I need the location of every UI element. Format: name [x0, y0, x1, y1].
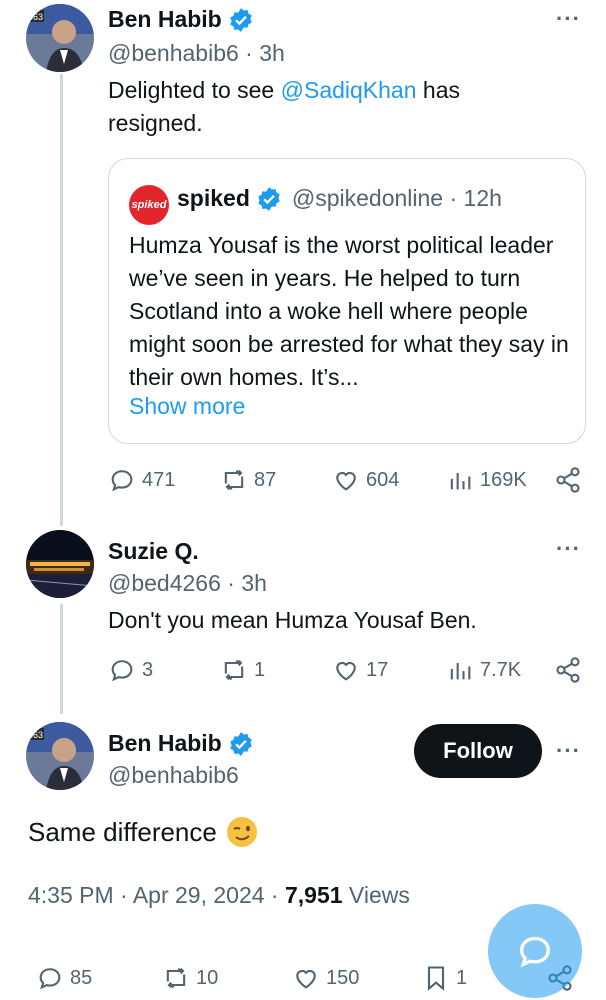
more-options-button[interactable]: ··· — [556, 8, 581, 30]
tweet-text: Don't you mean Humza Yousaf Ben. — [108, 607, 477, 633]
thread-line — [60, 74, 63, 526]
tweet-actions: 471 87 604 169K — [108, 466, 588, 496]
repost-button[interactable]: 1 — [220, 656, 265, 684]
spiked-logo[interactable]: spiked — [129, 185, 169, 225]
repost-icon — [224, 469, 244, 491]
share-button[interactable] — [554, 466, 582, 494]
like-icon — [336, 471, 356, 491]
quoted-tweet[interactable]: spiked spiked @spikedonline · 12h Humza … — [108, 158, 586, 444]
avatar[interactable] — [26, 530, 94, 598]
quoted-text: Humza Yousaf is the worst political lead… — [129, 232, 569, 390]
repost-icon — [166, 967, 186, 989]
quoted-author[interactable]: spiked @spikedonline · 12h — [177, 185, 502, 212]
views-button[interactable]: 7.7K — [446, 656, 521, 684]
repost-button[interactable]: 87 — [220, 466, 276, 494]
like-button[interactable]: 604 — [332, 466, 399, 494]
avatar-badge: 863 — [28, 12, 43, 22]
share-icon — [556, 467, 580, 493]
reply-button[interactable]: 471 — [108, 466, 175, 494]
reply-button[interactable]: 85 — [36, 964, 92, 992]
verified-icon — [230, 7, 252, 32]
views-icon — [450, 663, 471, 680]
timestamp[interactable]: 4:35 PM · Apr 29, 2024 · — [28, 882, 285, 908]
share-button[interactable] — [554, 656, 582, 684]
reply-icon — [111, 470, 133, 492]
wink-emoji-icon — [226, 817, 257, 847]
author-name[interactable]: Suzie Q. — [108, 538, 199, 565]
bookmark-icon — [427, 966, 445, 991]
avatar[interactable]: 863 — [26, 722, 94, 790]
bookmark-button[interactable]: 1 — [422, 964, 467, 992]
author-name[interactable]: Ben Habib — [108, 730, 254, 757]
avatar-badge: 863 — [28, 730, 43, 740]
tweet-text: Same difference — [28, 815, 259, 849]
tweet-meta: 4:35 PM · Apr 29, 2024 · 7,951 Views — [28, 882, 410, 908]
like-icon — [296, 969, 316, 989]
reply-icon — [39, 968, 61, 990]
show-more-link[interactable]: Show more — [129, 393, 245, 420]
reply-icon — [111, 660, 133, 682]
tweet-actions: 3 1 17 7.7K — [108, 656, 588, 686]
reply-button[interactable]: 3 — [108, 656, 153, 684]
more-options-button[interactable]: ··· — [556, 538, 581, 560]
like-button[interactable]: 150 — [292, 964, 359, 992]
mention-link[interactable]: @SadiqKhan — [281, 77, 417, 103]
quoted-handle: @spikedonline · 12h — [291, 185, 502, 211]
tweet-text: Delighted to see @SadiqKhan has resigned… — [108, 77, 460, 136]
more-options-button[interactable]: ··· — [556, 740, 581, 762]
follow-button[interactable]: Follow — [414, 724, 542, 778]
thread-line — [60, 604, 63, 714]
avatar[interactable]: 863 — [26, 4, 94, 72]
compose-message-button[interactable] — [488, 904, 582, 998]
views-icon — [450, 473, 471, 490]
like-icon — [336, 661, 356, 681]
author-handle[interactable]: @benhabib6 · 3h — [108, 40, 285, 67]
repost-button[interactable]: 10 — [162, 964, 218, 992]
share-icon — [556, 657, 580, 683]
like-button[interactable]: 17 — [332, 656, 388, 684]
author-handle[interactable]: @benhabib6 — [108, 762, 239, 789]
author-name[interactable]: Ben Habib — [108, 6, 254, 33]
repost-icon — [224, 659, 244, 681]
views-button[interactable]: 169K — [446, 466, 527, 494]
views-count: 7,951 — [284, 882, 343, 908]
author-handle[interactable]: @bed4266 · 3h — [108, 570, 267, 597]
verified-icon — [230, 731, 252, 756]
compose-message-icon — [519, 936, 551, 968]
verified-icon — [258, 186, 280, 211]
